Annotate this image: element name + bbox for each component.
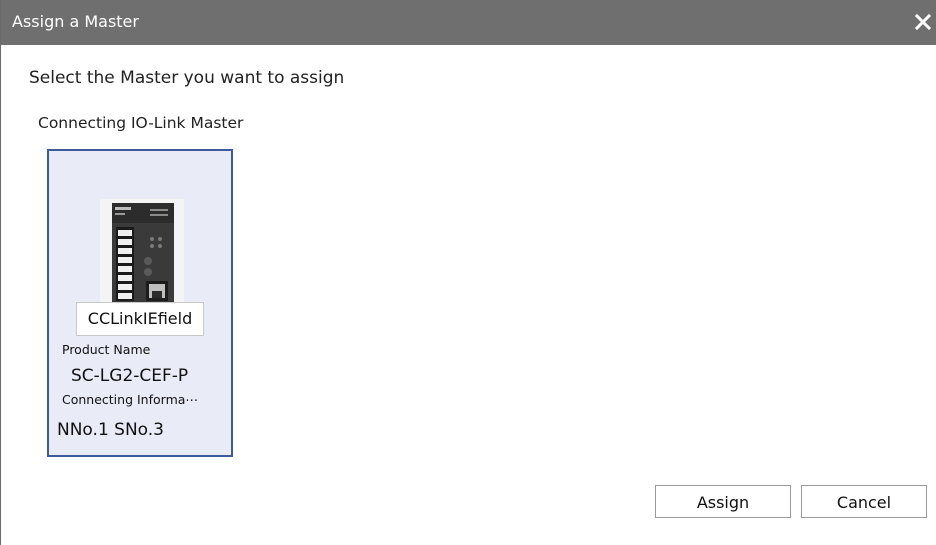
dialog-title: Assign a Master bbox=[12, 12, 139, 31]
assign-master-dialog: Assign a Master Select the Master you wa… bbox=[0, 0, 936, 545]
instruction-text: Select the Master you want to assign bbox=[29, 68, 345, 88]
connecting-info-value: NNo.1 SNo.3 bbox=[57, 420, 164, 440]
product-name-label: Product Name bbox=[62, 342, 151, 357]
product-name-value: SC-LG2-CEF-P bbox=[71, 366, 189, 386]
master-card[interactable]: CCLinkIEfield Product Name SC-LG2-CEF-P … bbox=[47, 149, 233, 457]
io-link-master-device-image bbox=[100, 199, 184, 315]
connecting-info-label: Connecting Informa⋯ bbox=[62, 392, 198, 407]
section-label: Connecting IO-Link Master bbox=[38, 114, 244, 132]
assign-button[interactable]: Assign bbox=[655, 485, 791, 518]
cancel-button[interactable]: Cancel bbox=[801, 485, 927, 518]
network-type-badge: CCLinkIEfield bbox=[76, 302, 204, 336]
dialog-titlebar[interactable]: Assign a Master bbox=[1, 0, 936, 45]
close-icon[interactable] bbox=[912, 11, 934, 33]
